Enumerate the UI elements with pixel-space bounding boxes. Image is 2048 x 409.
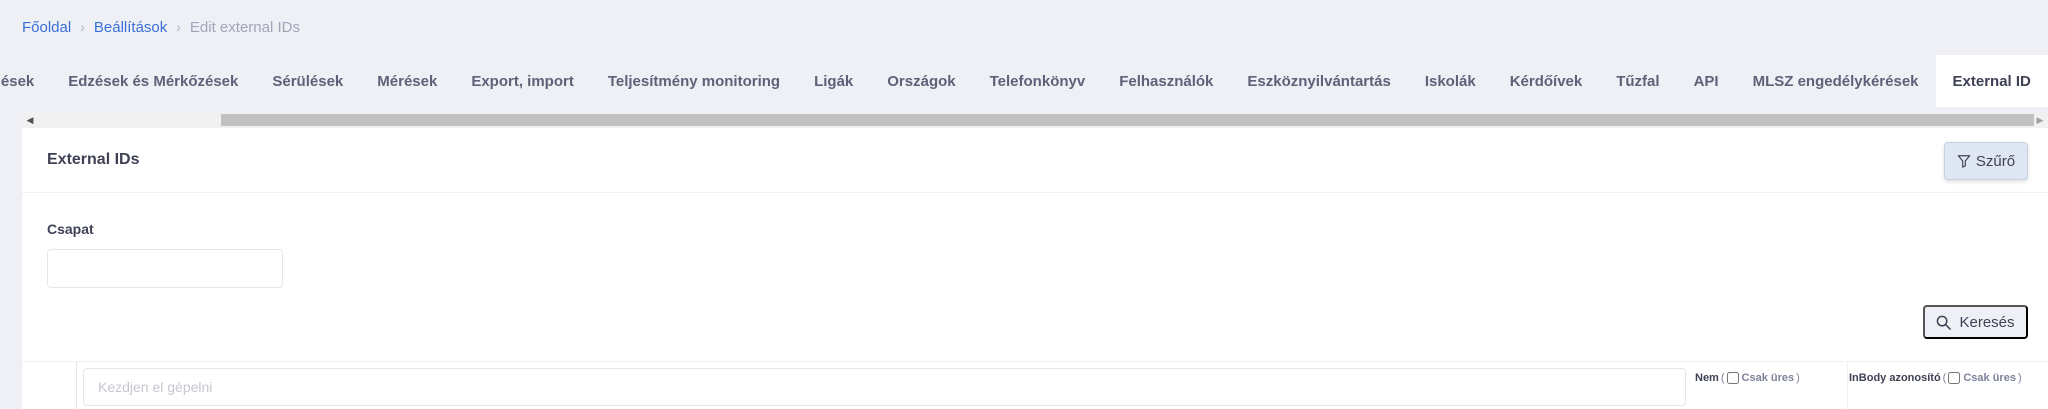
column-header-inbody-id: InBody azonosító ( Csak üres )	[1849, 372, 2024, 384]
magnifier-icon	[1937, 315, 1952, 330]
tab-item[interactable]: External ID	[1935, 55, 2048, 107]
tab-item[interactable]: és Értékelések	[0, 55, 51, 107]
filter-button-label: Szűrő	[1975, 152, 2016, 170]
scroll-right-arrow-icon[interactable]: ▶	[2032, 112, 2048, 128]
search-button-label: Keresés	[1959, 313, 2015, 331]
breadcrumb-current: Edit external IDs	[189, 18, 300, 36]
tabs-horizontal-scrollbar[interactable]: ◀ ▶	[22, 112, 2048, 128]
grid-column-divider	[1847, 362, 1848, 409]
tab-item[interactable]: Teljesítmény monitoring	[591, 55, 797, 107]
paren-close: )	[2017, 372, 2022, 384]
column-header-gender: Nem ( Csak üres )	[1695, 372, 1802, 384]
tab-item[interactable]: Eszköznyilvántartás	[1230, 55, 1407, 107]
tab-item[interactable]: Sérülések	[255, 55, 360, 107]
breadcrumb-settings-link[interactable]: Beállítások	[94, 19, 167, 36]
scrollbar-thumb[interactable]	[221, 114, 2034, 126]
card-title: External IDs	[47, 151, 140, 168]
empty-only-label: Csak üres	[1741, 372, 1795, 384]
paren-open: (	[1942, 372, 1947, 384]
team-input[interactable]	[47, 249, 283, 288]
tab-item[interactable]: Országok	[870, 55, 972, 107]
paren-open: (	[1720, 372, 1725, 384]
breadcrumb-separator: ›	[176, 19, 181, 35]
tab-item[interactable]: Telefonkönyv	[973, 55, 1103, 107]
paren-close: )	[1796, 372, 1800, 384]
tab-item[interactable]: Felhasználók	[1102, 55, 1230, 107]
breadcrumb: Főoldal › Beállítások › Edit external ID…	[22, 17, 300, 37]
team-label: Csapat	[47, 221, 94, 237]
empty-only-label: Csak üres	[1963, 372, 2016, 384]
search-button[interactable]: Keresés	[1923, 305, 2028, 339]
settings-tabs: és ÉrtékelésekEdzések és MérkőzésekSérül…	[0, 55, 2048, 107]
inbody-empty-only-checkbox[interactable]	[1948, 372, 1961, 384]
tab-item[interactable]: Tűzfal	[1599, 55, 1676, 107]
tab-item[interactable]: Mérések	[360, 55, 454, 107]
tab-item[interactable]: Kérdőívek	[1493, 55, 1600, 107]
tab-item[interactable]: API	[1677, 55, 1736, 107]
scroll-left-arrow-icon[interactable]: ◀	[22, 112, 38, 128]
column-title: Nem	[1695, 372, 1719, 384]
grid-divider	[22, 361, 2048, 362]
tab-item[interactable]: Iskolák	[1408, 55, 1493, 107]
gender-empty-only-checkbox[interactable]	[1726, 372, 1739, 384]
tab-item[interactable]: Ligák	[797, 55, 870, 107]
funnel-icon	[1957, 155, 1971, 168]
tab-item[interactable]: Edzések és Mérkőzések	[51, 55, 255, 107]
card-header: External IDs Szűrő	[22, 128, 2048, 193]
breadcrumb-home-link[interactable]: Főoldal	[22, 19, 71, 36]
grid-column-divider	[76, 362, 77, 409]
grid-filter-input[interactable]	[83, 368, 1686, 406]
tab-item[interactable]: MLSZ engedélykérések	[1736, 55, 1936, 107]
column-title: InBody azonosító	[1849, 372, 1941, 384]
filter-button[interactable]: Szűrő	[1944, 142, 2028, 180]
breadcrumb-separator: ›	[80, 19, 85, 35]
tab-item[interactable]: Export, import	[454, 55, 591, 107]
external-ids-card: External IDs Szűrő Csapat Keresés Nem ( …	[22, 128, 2048, 409]
